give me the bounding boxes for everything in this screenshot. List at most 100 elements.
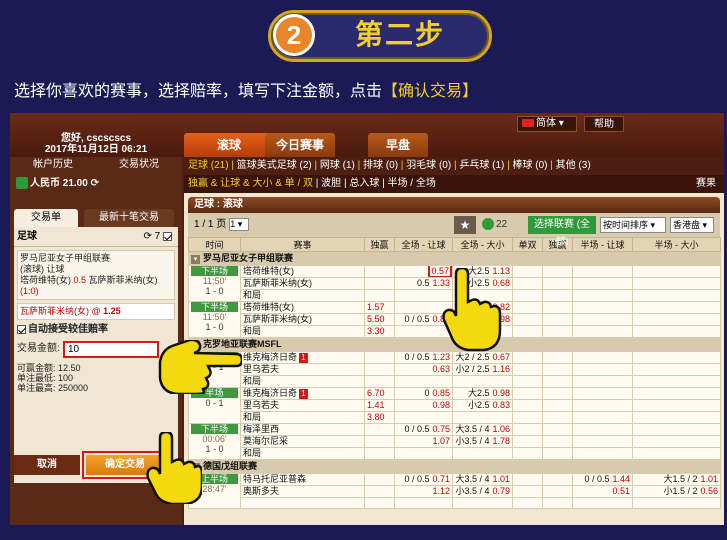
ht-moneyline-cell[interactable] xyxy=(542,313,573,326)
odds-cell[interactable] xyxy=(632,313,721,326)
odds-value[interactable]: 1.23 xyxy=(432,353,450,363)
league-row[interactable]: ▾ 罗马尼亚女子甲组联赛 xyxy=(188,251,721,266)
sport-tennis[interactable]: 网球 (1) xyxy=(320,160,355,171)
odds-cell[interactable] xyxy=(632,387,721,400)
odds-cell[interactable]: 大1.5 / 2 1.01 xyxy=(632,473,721,486)
moneyline-odds[interactable] xyxy=(364,423,395,436)
odds-cell[interactable]: 大3.5 / 4 1.06 xyxy=(452,423,513,436)
odds-value[interactable]: 1.01 xyxy=(492,475,510,485)
odds-value[interactable]: 1.12 xyxy=(432,487,450,497)
odds-cell[interactable] xyxy=(632,301,721,314)
odd-even-cell[interactable] xyxy=(512,313,543,326)
odds-cell[interactable] xyxy=(572,351,633,364)
odds-value[interactable]: 0.67 xyxy=(492,353,510,363)
odds-type-select[interactable]: 香港盘 ▾ xyxy=(670,217,714,233)
odds-cell[interactable] xyxy=(632,399,721,412)
ht-moneyline-cell[interactable] xyxy=(542,351,573,364)
account-history-link[interactable]: 帐户历史 xyxy=(10,157,96,173)
refresh-icon[interactable]: ⟳ xyxy=(143,231,151,242)
odds-cell[interactable] xyxy=(632,423,721,436)
league-select-button[interactable]: 选择联赛 (全部) xyxy=(528,216,596,248)
odds-cell[interactable]: 0 / 0.5 1.44 xyxy=(572,473,633,486)
odds-cell[interactable]: 0 / 0.5 0.71 xyxy=(394,473,453,486)
odds-value[interactable]: 1.06 xyxy=(492,425,510,435)
odds-cell[interactable]: 1.12 xyxy=(394,485,453,498)
page-select[interactable]: 1 ▾ xyxy=(229,217,250,231)
odds-cell[interactable] xyxy=(572,363,633,376)
bettype-main[interactable]: 独赢 & 让球 & 大小 & 单 / 双 xyxy=(188,178,313,189)
odds-value[interactable]: 1.07 xyxy=(432,437,450,447)
moneyline-odds[interactable] xyxy=(364,435,395,448)
sport-tabletennis[interactable]: 乒乓球 (1) xyxy=(459,160,504,171)
odds-cell[interactable] xyxy=(632,265,721,278)
sort-select[interactable]: 按时间排序 ▾ xyxy=(600,217,666,233)
moneyline-odds[interactable]: 5.50 xyxy=(364,313,395,326)
odds-cell[interactable]: 小1.5 / 2 0.56 xyxy=(632,485,721,498)
ht-moneyline-cell[interactable] xyxy=(542,399,573,412)
odd-even-cell[interactable] xyxy=(512,351,543,364)
odd-even-cell[interactable] xyxy=(512,265,543,278)
tab-today[interactable]: 今日赛事 xyxy=(265,133,335,157)
odds-value[interactable]: 1.44 xyxy=(612,475,630,485)
tab-recent-bets[interactable]: 最新十笔交易 xyxy=(84,209,174,227)
odds-value[interactable]: 1.78 xyxy=(492,437,510,447)
collapse-icon[interactable]: ▾ xyxy=(191,255,200,264)
moneyline-odds[interactable]: 1.41 xyxy=(364,399,395,412)
auto-accept-checkbox[interactable] xyxy=(17,324,26,334)
refresh-button[interactable]: 22 xyxy=(482,216,524,234)
moneyline-odds[interactable] xyxy=(364,473,395,486)
league-row[interactable]: ▾德国戊组联赛 xyxy=(188,459,721,474)
odds-value[interactable]: 0.51 xyxy=(612,487,630,497)
moneyline-odds[interactable] xyxy=(364,277,395,290)
bettype-ht-ft[interactable]: 半场 / 全场 xyxy=(387,178,435,189)
moneyline-odds[interactable] xyxy=(364,265,395,278)
odd-even-cell[interactable] xyxy=(512,301,543,314)
odds-cell[interactable]: 0 / 0.5 0.75 xyxy=(394,423,453,436)
odds-cell[interactable] xyxy=(572,435,633,448)
ht-moneyline-cell[interactable] xyxy=(542,265,573,278)
moneyline-odds[interactable] xyxy=(364,289,395,302)
odds-cell[interactable]: 0.51 xyxy=(572,485,633,498)
odds-cell[interactable]: 小2.5 0.83 xyxy=(452,399,513,412)
odds-value[interactable]: 0.98 xyxy=(492,389,510,399)
moneyline-odds[interactable] xyxy=(364,363,395,376)
moneyline-odds[interactable]: 1.57 xyxy=(364,301,395,314)
amount-input[interactable]: 10 xyxy=(63,341,159,358)
odds-cell[interactable] xyxy=(632,351,721,364)
moneyline-odds[interactable]: 3.30 xyxy=(364,325,395,338)
bettype-correct-score[interactable]: 波胆 xyxy=(321,178,341,189)
sport-basketball[interactable]: 篮球美式足球 (2) xyxy=(237,160,312,171)
moneyline-odds[interactable]: 6.70 xyxy=(364,387,395,400)
sport-volleyball[interactable]: 排球 (0) xyxy=(363,160,398,171)
odds-value[interactable]: 0.83 xyxy=(492,401,510,411)
language-select[interactable]: 简体 ▾ xyxy=(517,116,577,132)
results-link[interactable]: 赛果 xyxy=(696,175,716,193)
help-button[interactable]: 帮助 xyxy=(584,116,624,132)
odds-cell[interactable] xyxy=(632,435,721,448)
odd-even-cell[interactable] xyxy=(512,473,543,486)
odds-cell[interactable]: 大2.5 0.98 xyxy=(452,387,513,400)
odd-even-cell[interactable] xyxy=(512,387,543,400)
refresh-icon[interactable]: ⟳ xyxy=(91,178,99,189)
odds-cell[interactable]: 1.07 xyxy=(394,435,453,448)
odds-cell[interactable]: 小2 / 2.5 1.16 xyxy=(452,363,513,376)
odds-cell[interactable]: 大2 / 2.5 0.67 xyxy=(452,351,513,364)
odds-cell[interactable]: 小3.5 / 4 0.79 xyxy=(452,485,513,498)
odds-value[interactable]: 0.63 xyxy=(432,365,450,375)
odd-even-cell[interactable] xyxy=(512,435,543,448)
odds-cell[interactable] xyxy=(572,387,633,400)
ht-moneyline-cell[interactable] xyxy=(542,277,573,290)
bettype-total-goals[interactable]: 总入球 xyxy=(349,178,379,189)
odds-value[interactable]: 0.85 xyxy=(432,389,450,399)
moneyline-odds[interactable] xyxy=(364,375,395,388)
odds-value[interactable]: 0.79 xyxy=(492,487,510,497)
ht-moneyline-cell[interactable] xyxy=(542,485,573,498)
odds-cell[interactable]: 0 0.85 xyxy=(394,387,453,400)
tab-early[interactable]: 早盘 xyxy=(368,133,428,157)
odds-cell[interactable]: 0.98 xyxy=(394,399,453,412)
ht-moneyline-cell[interactable] xyxy=(542,473,573,486)
odds-value[interactable]: 1.16 xyxy=(492,365,510,375)
odd-even-cell[interactable] xyxy=(512,363,543,376)
cancel-button[interactable]: 取消 xyxy=(14,455,80,475)
odd-even-cell[interactable] xyxy=(512,277,543,290)
